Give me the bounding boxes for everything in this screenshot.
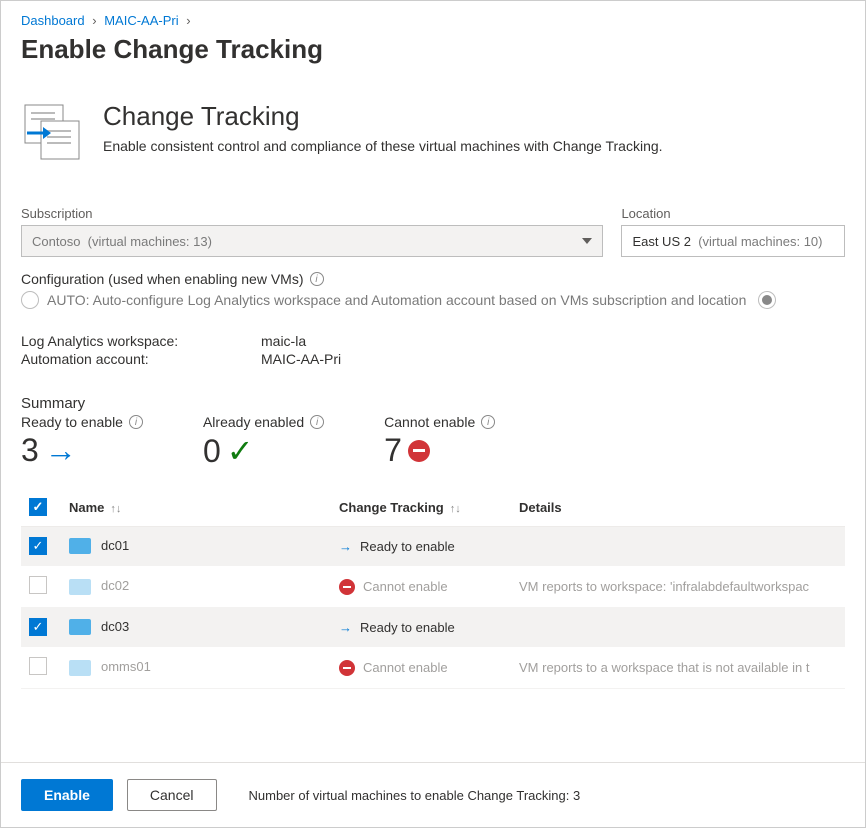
summary-ready-value: 3 [21,432,39,469]
status-text: Ready to enable [360,539,455,554]
summary-already-value: 0 [203,433,221,470]
status-text: Ready to enable [360,620,455,635]
summary-cannot-value: 7 [384,432,402,469]
config-label: Configuration (used when enabling new VM… [21,271,304,287]
table-row[interactable]: ✓ dc01 → Ready to enable [21,527,845,566]
subscription-count: (virtual machines: 13) [84,234,212,249]
log-analytics-workspace-label: Log Analytics workspace: [21,333,261,349]
blocked-icon [339,579,355,595]
table-row[interactable]: dc02 Cannot enable VM reports to workspace… [21,566,845,608]
subscription-label: Subscription [21,206,603,221]
page-title: Enable Change Tracking [21,34,845,65]
info-icon[interactable]: i [129,415,143,429]
footer-status-text: Number of virtual machines to enable Cha… [249,788,581,803]
summary-title: Summary [21,395,845,412]
column-header-details[interactable]: Details [511,488,845,527]
summary-already-label: Already enabled [203,414,304,430]
table-row[interactable]: omms01 Cannot enable VM reports to a works… [21,647,845,689]
subscription-value: Contoso [32,234,80,249]
location-count: (virtual machines: 10) [695,234,823,249]
summary-card-cannot[interactable]: Cannot enable i 7 [384,414,495,470]
details-text [511,608,845,647]
config-radio-auto[interactable] [21,291,39,309]
row-checkbox [29,576,47,594]
table-row[interactable]: ✓ dc03 → Ready to enable [21,608,845,647]
chevron-down-icon [582,238,592,244]
vm-name: dc02 [101,578,129,593]
arrow-right-icon: → [339,539,352,554]
status-text: Cannot enable [363,579,448,594]
chevron-right-icon: › [92,13,96,28]
select-all-checkbox[interactable]: ✓ [29,498,47,516]
breadcrumb-link-resource[interactable]: MAIC-AA-Pri [104,13,178,28]
cancel-button[interactable]: Cancel [127,779,217,811]
sort-icon: ↑↓ [110,503,121,515]
enable-button[interactable]: Enable [21,779,113,811]
details-text: VM reports to workspace: 'infralabdefaul… [511,566,845,608]
summary-ready-label: Ready to enable [21,414,123,430]
vm-icon [69,538,91,554]
info-icon[interactable]: i [481,415,495,429]
hero-subtitle: Enable consistent control and compliance… [103,138,663,154]
sort-icon: ↑↓ [450,503,461,515]
row-checkbox[interactable]: ✓ [29,537,47,555]
info-icon[interactable]: i [310,415,324,429]
checkmark-icon: ✓ [227,432,254,470]
arrow-right-icon: → [339,620,352,635]
column-header-tracking[interactable]: Change Tracking↑↓ [331,488,511,527]
chevron-right-icon: › [186,13,190,28]
vm-icon [69,579,91,595]
vm-icon [69,660,91,676]
change-tracking-icon [21,101,83,166]
location-value: East US 2 [632,234,691,249]
info-icon[interactable]: i [310,272,324,286]
config-radio-other[interactable] [758,291,776,309]
hero-title: Change Tracking [103,101,663,132]
vm-table: ✓ Name↑↓ Change Tracking↑↓ Details ✓ dc01… [21,488,845,689]
breadcrumb-link-dashboard[interactable]: Dashboard [21,13,85,28]
log-analytics-workspace-value: maic-la [261,333,306,349]
row-checkbox[interactable]: ✓ [29,618,47,636]
column-header-name[interactable]: Name↑↓ [61,488,331,527]
status-text: Cannot enable [363,660,448,675]
summary-cannot-label: Cannot enable [384,414,475,430]
row-checkbox [29,657,47,675]
automation-account-value: MAIC-AA-Pri [261,351,341,367]
summary-card-already[interactable]: Already enabled i 0 ✓ [203,414,324,470]
blocked-icon [408,440,430,462]
subscription-select[interactable]: Contoso (virtual machines: 13) [21,225,603,257]
config-option-auto: AUTO: Auto-configure Log Analytics works… [47,292,746,308]
blocked-icon [339,660,355,676]
breadcrumb: Dashboard › MAIC-AA-Pri › [21,13,845,28]
summary-card-ready[interactable]: Ready to enable i 3 → [21,414,143,470]
vm-icon [69,619,91,635]
location-select[interactable]: East US 2 (virtual machines: 10) [621,225,845,257]
automation-account-label: Automation account: [21,351,261,367]
vm-name: omms01 [101,659,151,674]
arrow-right-icon: → [45,432,77,469]
vm-name: dc03 [101,619,129,634]
vm-name: dc01 [101,538,129,553]
details-text: VM reports to a workspace that is not av… [511,647,845,689]
location-label: Location [621,206,845,221]
details-text [511,527,845,566]
